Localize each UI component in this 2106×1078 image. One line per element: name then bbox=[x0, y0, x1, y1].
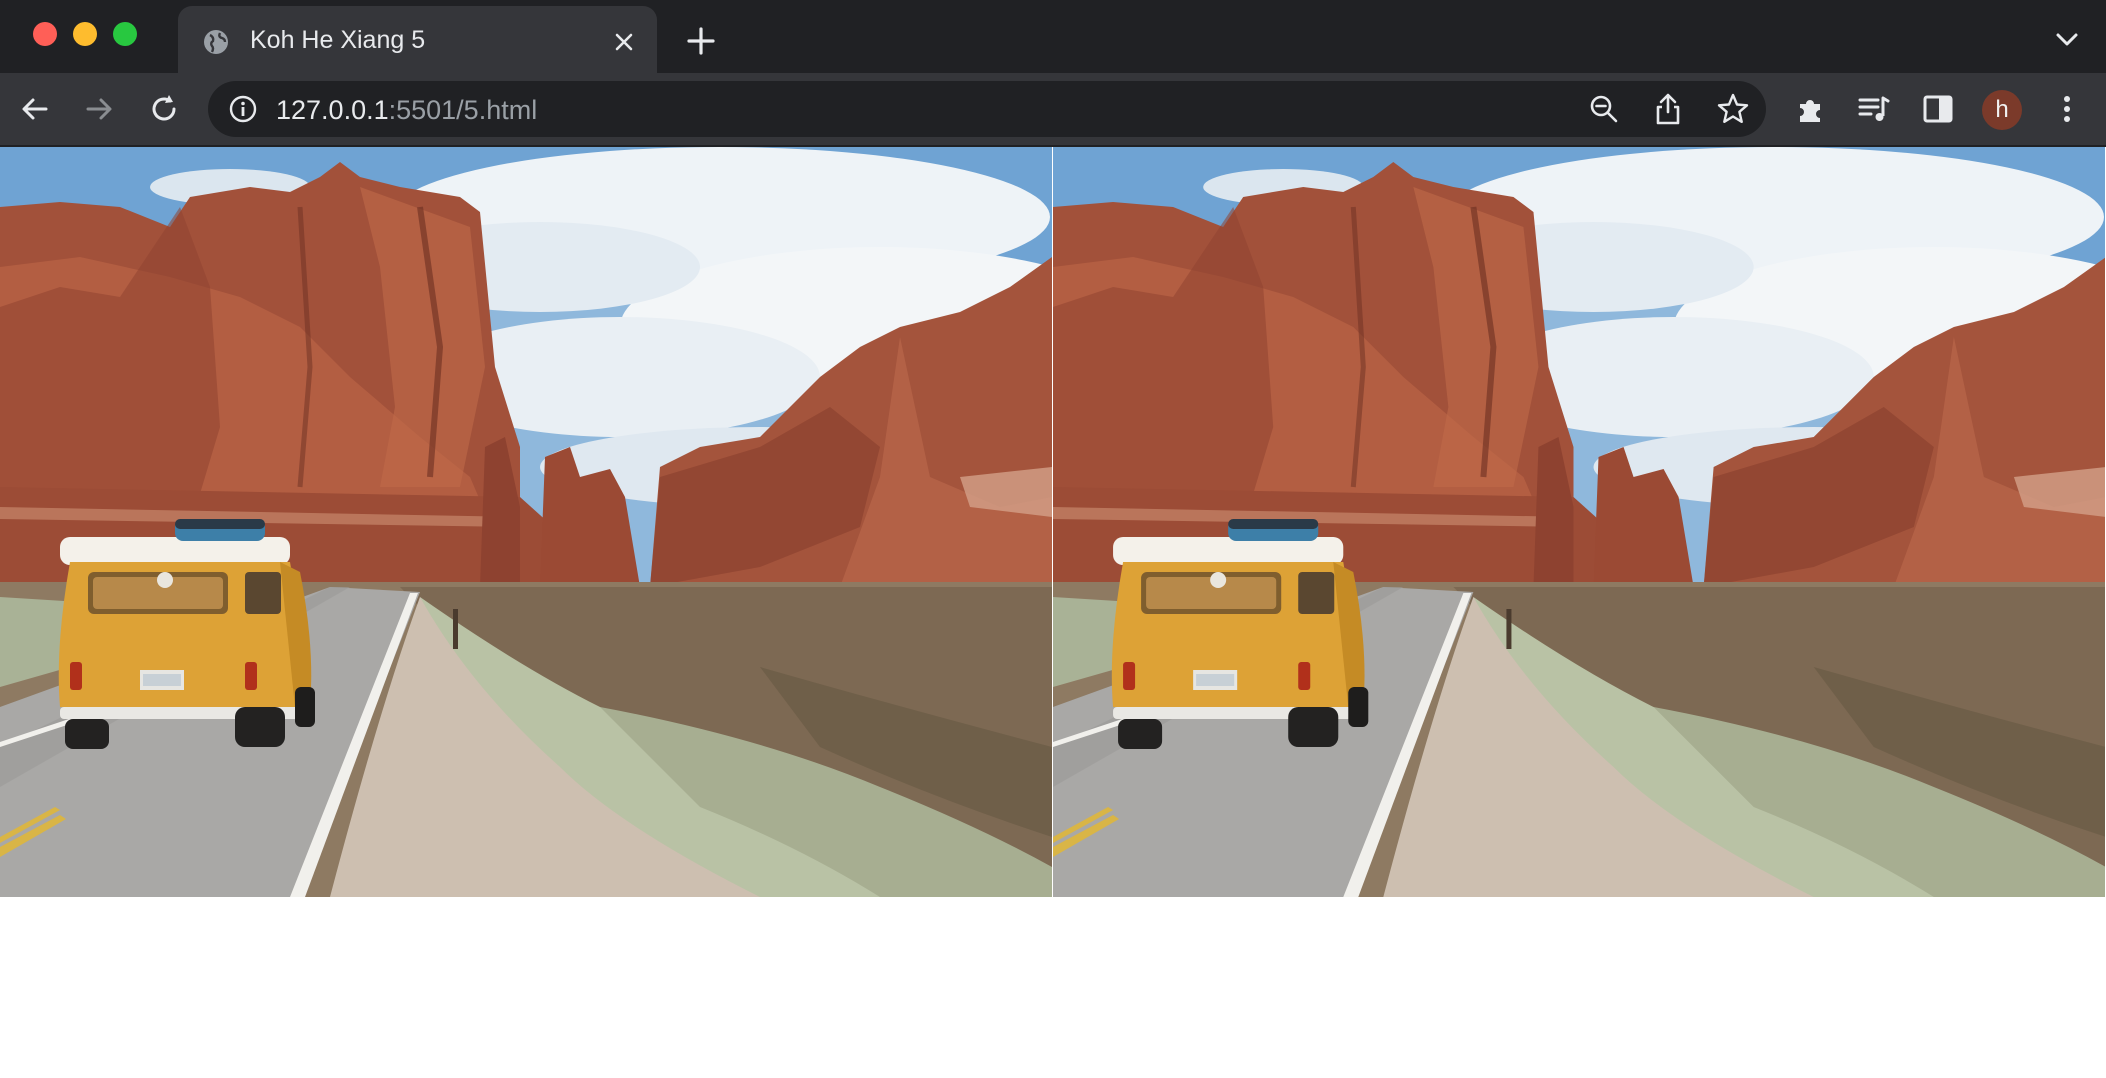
globe-icon bbox=[204, 30, 228, 54]
close-icon[interactable] bbox=[610, 28, 638, 56]
forward-arrow-icon[interactable] bbox=[82, 92, 116, 126]
url-host: 127.0.0.1 bbox=[276, 95, 389, 125]
url-text: 127.0.0.1:5501/5.html bbox=[276, 95, 537, 126]
extensions-puzzle-icon[interactable] bbox=[1794, 92, 1828, 126]
new-tab-plus-icon[interactable] bbox=[686, 26, 716, 56]
window-close-button[interactable] bbox=[33, 22, 57, 46]
chevron-down-icon[interactable] bbox=[2052, 28, 2082, 52]
window-minimize-button[interactable] bbox=[73, 22, 97, 46]
site-info-icon[interactable] bbox=[228, 94, 258, 124]
address-bar[interactable]: 127.0.0.1:5501/5.html bbox=[208, 81, 1766, 137]
active-tab[interactable]: Koh He Xiang 5 bbox=[178, 6, 657, 73]
desert-road-van-photo-1 bbox=[0, 147, 1052, 897]
zoom-out-icon[interactable] bbox=[1588, 93, 1620, 125]
bookmark-star-icon[interactable] bbox=[1716, 92, 1750, 126]
window-zoom-button[interactable] bbox=[113, 22, 137, 46]
side-panel-icon[interactable] bbox=[1921, 92, 1955, 126]
desert-road-van-image bbox=[0, 147, 1052, 897]
reload-icon[interactable] bbox=[147, 92, 181, 126]
profile-avatar[interactable]: h bbox=[1982, 90, 2022, 130]
media-playlist-icon[interactable] bbox=[1857, 92, 1891, 126]
desert-road-van-photo-2 bbox=[1053, 147, 2105, 897]
url-path: :5501/5.html bbox=[388, 95, 538, 125]
share-icon[interactable] bbox=[1652, 92, 1684, 126]
desert-road-van-image bbox=[1053, 147, 2105, 897]
tab-title: Koh He Xiang 5 bbox=[250, 26, 426, 54]
page-content bbox=[0, 147, 2106, 1078]
more-vertical-icon[interactable] bbox=[2050, 92, 2084, 126]
back-arrow-icon[interactable] bbox=[18, 92, 52, 126]
browser-toolbar: 127.0.0.1:5501/5.html h bbox=[0, 73, 2106, 147]
tab-strip: Koh He Xiang 5 bbox=[0, 0, 2106, 73]
